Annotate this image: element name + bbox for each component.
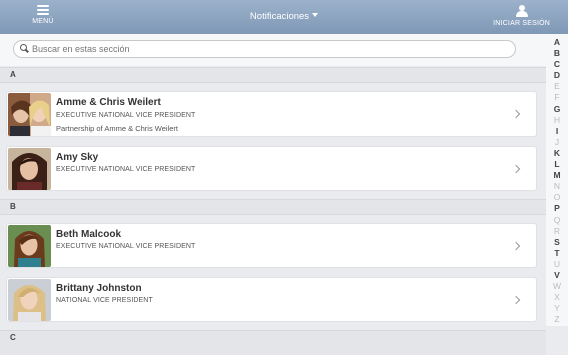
- contact-title: EXECUTIVE NATIONAL VICE PRESIDENT: [56, 166, 196, 173]
- section-header-b: B: [0, 199, 546, 215]
- avatar: [8, 148, 51, 190]
- index-letter-n[interactable]: N: [546, 181, 568, 192]
- top-nav-bar: MENÚ Notificaciones INICIAR SESIÓN: [0, 0, 568, 34]
- alphabet-index: ABCDEFGHIJKLMNOPQRSTUVWXYZ: [546, 34, 568, 326]
- chevron-right-icon: [511, 295, 521, 305]
- avatar: [8, 225, 51, 267]
- index-letter-h[interactable]: H: [546, 115, 568, 126]
- index-letter-e[interactable]: E: [546, 81, 568, 92]
- index-letter-p[interactable]: P: [546, 203, 568, 214]
- contact-row[interactable]: Amme & Chris Weilert EXECUTIVE NATIONAL …: [6, 91, 537, 137]
- contact-title: EXECUTIVE NATIONAL VICE PRESIDENT: [56, 243, 196, 250]
- section-header-c: C: [0, 330, 546, 346]
- contact-name: Beth Malcook: [56, 229, 122, 240]
- index-letter-q[interactable]: Q: [546, 215, 568, 226]
- index-letter-s[interactable]: S: [546, 237, 568, 248]
- search-bar: [0, 34, 546, 66]
- contact-row[interactable]: Brittany Johnston NATIONAL VICE PRESIDEN…: [6, 277, 537, 322]
- search-box[interactable]: [13, 40, 516, 58]
- index-letter-b[interactable]: B: [546, 48, 568, 59]
- index-letter-x[interactable]: X: [546, 292, 568, 303]
- caret-down-icon: [312, 13, 319, 17]
- index-letter-c[interactable]: C: [546, 59, 568, 70]
- login-button[interactable]: INICIAR SESIÓN: [493, 5, 550, 27]
- index-letter-m[interactable]: M: [546, 170, 568, 181]
- section-header-a: A: [0, 67, 546, 83]
- contact-name: Brittany Johnston: [56, 283, 142, 294]
- contact-title: NATIONAL VICE PRESIDENT: [56, 297, 153, 304]
- list-continuation: [0, 345, 546, 355]
- index-letter-y[interactable]: Y: [546, 303, 568, 314]
- login-label: INICIAR SESIÓN: [493, 20, 550, 27]
- index-letter-i[interactable]: I: [546, 126, 568, 137]
- contact-subtitle: Partnership of Amme & Chris Weilert: [56, 124, 178, 133]
- index-letter-d[interactable]: D: [546, 70, 568, 81]
- contact-title: EXECUTIVE NATIONAL VICE PRESIDENT: [56, 112, 196, 119]
- index-letter-v[interactable]: V: [546, 270, 568, 281]
- chevron-right-icon: [511, 109, 521, 119]
- notifications-dropdown[interactable]: Notificaciones: [0, 11, 568, 22]
- index-letter-z[interactable]: Z: [546, 314, 568, 325]
- index-letter-l[interactable]: L: [546, 159, 568, 170]
- chevron-right-icon: [511, 164, 521, 174]
- contact-row[interactable]: Amy Sky EXECUTIVE NATIONAL VICE PRESIDEN…: [6, 146, 537, 191]
- search-icon: [20, 44, 29, 53]
- contact-name: Amme & Chris Weilert: [56, 97, 161, 108]
- avatar: [8, 93, 51, 136]
- index-letter-w[interactable]: W: [546, 281, 568, 292]
- search-input[interactable]: [32, 42, 502, 56]
- user-icon: [515, 5, 528, 17]
- index-letter-j[interactable]: J: [546, 137, 568, 148]
- index-letter-u[interactable]: U: [546, 259, 568, 270]
- chevron-right-icon: [511, 241, 521, 251]
- index-letter-f[interactable]: F: [546, 92, 568, 103]
- contact-row[interactable]: Beth Malcook EXECUTIVE NATIONAL VICE PRE…: [6, 223, 537, 268]
- index-letter-g[interactable]: G: [546, 104, 568, 115]
- index-letter-o[interactable]: O: [546, 192, 568, 203]
- index-letter-r[interactable]: R: [546, 226, 568, 237]
- index-letter-t[interactable]: T: [546, 248, 568, 259]
- index-letter-a[interactable]: A: [546, 37, 568, 48]
- index-letter-k[interactable]: K: [546, 148, 568, 159]
- page-title: Notificaciones: [249, 11, 310, 22]
- avatar: [8, 279, 51, 321]
- contact-name: Amy Sky: [56, 152, 99, 163]
